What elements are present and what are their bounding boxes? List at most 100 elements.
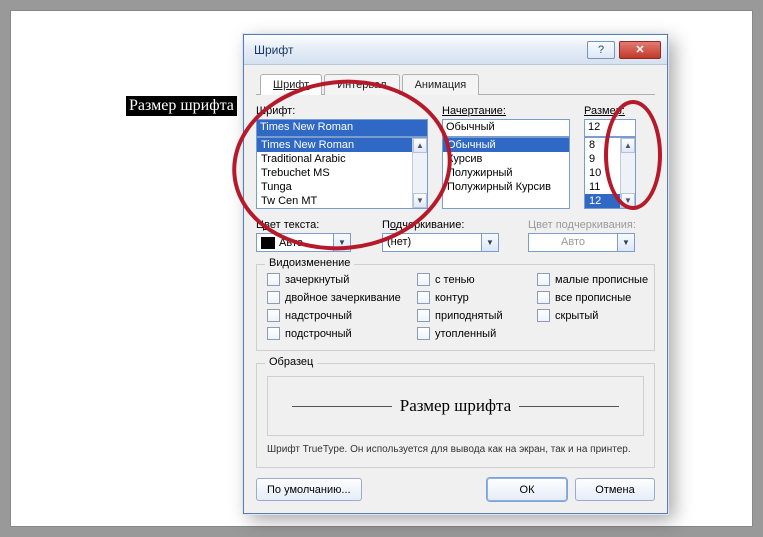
checkbox-icon [417, 273, 430, 286]
list-item[interactable]: Times New Roman [257, 138, 412, 152]
style-label: Начертание: [442, 105, 570, 117]
checkbox-icon [537, 291, 550, 304]
underline-dropdown[interactable]: (нет) ▼ [382, 233, 512, 252]
checkbox-icon [417, 291, 430, 304]
chevron-down-icon[interactable]: ▼ [482, 233, 499, 252]
check-shadow[interactable]: с тенью [417, 273, 537, 286]
style-listbox[interactable]: Обычный Курсив Полужирный Полужирный Кур… [442, 137, 570, 209]
preview-title: Образец [265, 356, 317, 368]
check-smallcaps[interactable]: малые прописные [537, 273, 667, 286]
checkbox-icon [537, 309, 550, 322]
check-subscript[interactable]: подстрочный [267, 327, 417, 340]
font-list-items: Times New Roman Traditional Arabic Trebu… [257, 138, 412, 208]
list-item[interactable]: Trebuchet MS [257, 166, 412, 180]
checkbox-icon [537, 273, 550, 286]
check-emboss[interactable]: приподнятый [417, 309, 537, 322]
check-engrave[interactable]: утопленный [417, 327, 537, 340]
list-item[interactable]: 12 [585, 194, 620, 208]
underline-color-label: Цвет подчеркивания: [528, 219, 648, 231]
close-icon: ✕ [635, 43, 644, 56]
checkbox-icon [417, 327, 430, 340]
ok-button[interactable]: ОК [487, 478, 567, 501]
list-item[interactable]: 11 [585, 180, 620, 194]
style-input[interactable]: Обычный [442, 119, 570, 137]
font-column: Шрифт: Times New Roman Times New Roman T… [256, 105, 428, 209]
list-item[interactable]: Курсив [443, 152, 569, 166]
color-swatch-icon [261, 237, 275, 249]
size-list-items: 8 9 10 11 12 [585, 138, 620, 208]
underline-label: Подчеркивание: [382, 219, 512, 231]
font-scrollbar[interactable]: ▲ ▼ [412, 138, 427, 208]
list-item[interactable]: 9 [585, 152, 620, 166]
checkbox-icon [267, 327, 280, 340]
divider [292, 406, 392, 407]
font-dialog: Шрифт ? ✕ Шрифт Интервал Анимация Шрифт:… [243, 34, 668, 514]
check-outline[interactable]: контур [417, 291, 537, 304]
check-superscript[interactable]: надстрочный [267, 309, 417, 322]
size-label: Размер: [584, 105, 636, 117]
font-color-label: Цвет текста: [256, 219, 366, 231]
list-item[interactable]: 10 [585, 166, 620, 180]
help-button[interactable]: ? [587, 41, 615, 59]
font-input[interactable]: Times New Roman [256, 119, 428, 137]
check-dstrike[interactable]: двойное зачеркивание [267, 291, 417, 304]
scroll-up-icon[interactable]: ▲ [413, 138, 427, 153]
font-row: Шрифт: Times New Roman Times New Roman T… [256, 105, 655, 209]
default-button[interactable]: По умолчанию... [256, 478, 362, 501]
divider [519, 406, 619, 407]
list-item[interactable]: Полужирный [443, 166, 569, 180]
list-item[interactable]: Tw Cen MT [257, 194, 412, 208]
underline-color-dropdown: Авто ▼ [528, 233, 648, 252]
scroll-down-icon[interactable]: ▼ [413, 193, 427, 208]
scroll-down-icon[interactable]: ▼ [621, 193, 635, 208]
selected-text: Размер шрифта [126, 96, 237, 116]
list-item[interactable]: Traditional Arabic [257, 152, 412, 166]
checkbox-icon [267, 291, 280, 304]
titlebar[interactable]: Шрифт ? ✕ [244, 35, 667, 65]
font-label: Шрифт: [256, 105, 428, 117]
checkbox-icon [267, 309, 280, 322]
cancel-button[interactable]: Отмена [575, 478, 655, 501]
preview-text: Размер шрифта [400, 396, 511, 416]
close-button[interactable]: ✕ [619, 41, 661, 59]
size-input[interactable]: 12 [584, 119, 636, 137]
list-item[interactable]: 8 [585, 138, 620, 152]
checkbox-icon [417, 309, 430, 322]
preview-group: Образец Размер шрифта Шрифт TrueType. Он… [256, 363, 655, 468]
tab-spacing[interactable]: Интервал [324, 74, 399, 95]
check-hidden[interactable]: скрытый [537, 309, 667, 322]
dialog-body: Шрифт Интервал Анимация Шрифт: Times New… [244, 65, 667, 513]
effects-title: Видоизменение [265, 257, 354, 269]
font-listbox[interactable]: Times New Roman Traditional Arabic Trebu… [256, 137, 428, 209]
underline-block: Подчеркивание: (нет) ▼ [382, 219, 512, 252]
list-item[interactable]: Tunga [257, 180, 412, 194]
check-allcaps[interactable]: все прописные [537, 291, 667, 304]
style-list-items: Обычный Курсив Полужирный Полужирный Кур… [443, 138, 569, 208]
effects-group: Видоизменение зачеркнутый с тенью малые … [256, 264, 655, 351]
size-column: Размер: 12 8 9 10 11 12 ▲ ▼ [584, 105, 636, 209]
style-column: Начертание: Обычный Обычный Курсив Полуж… [442, 105, 570, 209]
scroll-up-icon[interactable]: ▲ [621, 138, 635, 153]
check-strike[interactable]: зачеркнутый [267, 273, 417, 286]
font-color-block: Цвет текста: Авто ▼ [256, 219, 366, 252]
button-row: По умолчанию... ОК Отмена [256, 478, 655, 501]
checkbox-icon [267, 273, 280, 286]
underline-color-block: Цвет подчеркивания: Авто ▼ [528, 219, 648, 252]
chevron-down-icon: ▼ [618, 233, 635, 252]
tab-font[interactable]: Шрифт [260, 74, 322, 95]
list-item[interactable]: Обычный [443, 138, 569, 152]
size-scrollbar[interactable]: ▲ ▼ [620, 138, 635, 208]
tab-strip: Шрифт Интервал Анимация [256, 73, 655, 95]
list-item[interactable]: Полужирный Курсив [443, 180, 569, 194]
color-row: Цвет текста: Авто ▼ Подчеркивание: (нет)… [256, 219, 655, 252]
chevron-down-icon[interactable]: ▼ [334, 233, 351, 252]
hint-text: Шрифт TrueType. Он используется для выво… [267, 444, 644, 455]
preview-box: Размер шрифта [267, 376, 644, 436]
dialog-title: Шрифт [254, 43, 583, 57]
font-color-dropdown[interactable]: Авто ▼ [256, 233, 366, 252]
effects-grid: зачеркнутый с тенью малые прописные двой… [267, 273, 644, 340]
tab-animation[interactable]: Анимация [402, 74, 480, 95]
scroll-track[interactable] [413, 153, 427, 193]
size-listbox[interactable]: 8 9 10 11 12 ▲ ▼ [584, 137, 636, 209]
scroll-track[interactable] [621, 153, 635, 193]
